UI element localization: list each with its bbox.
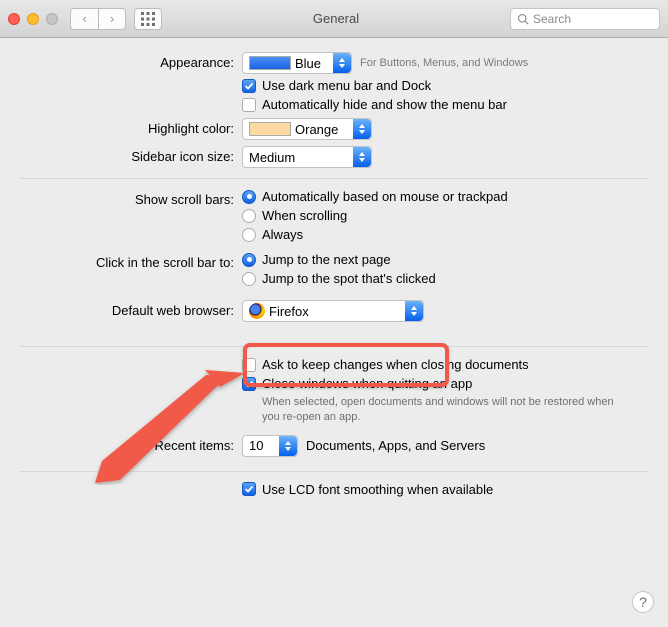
- orange-swatch-icon: [249, 122, 291, 136]
- spacer: [20, 357, 242, 360]
- ask-keep-changes-label: Ask to keep changes when closing documen…: [262, 357, 529, 372]
- close-window-button[interactable]: [8, 13, 20, 25]
- radio-selected-icon: [242, 253, 256, 267]
- scroll-when-radio[interactable]: When scrolling: [242, 208, 648, 223]
- back-button[interactable]: ‹: [70, 8, 98, 30]
- checkbox-checked-icon: [242, 79, 256, 93]
- titlebar: ‹ › General Search: [0, 0, 668, 38]
- firefox-icon: [249, 303, 265, 319]
- checkbox-checked-icon: [242, 377, 256, 391]
- checkbox-unchecked-icon: [242, 98, 256, 112]
- chevron-updown-icon: [353, 119, 371, 139]
- click-jump-next-label: Jump to the next page: [262, 252, 391, 267]
- click-jump-next-radio[interactable]: Jump to the next page: [242, 252, 648, 267]
- scroll-always-radio[interactable]: Always: [242, 227, 648, 242]
- lcd-smoothing-label: Use LCD font smoothing when available: [262, 482, 493, 497]
- sidebar-size-label: Sidebar icon size:: [20, 146, 242, 164]
- content: Appearance: Blue For Buttons, Menus, and…: [0, 38, 668, 517]
- recent-select[interactable]: 10: [242, 435, 298, 457]
- recent-label: Recent items:: [20, 435, 242, 453]
- appearance-label: Appearance:: [20, 52, 242, 70]
- window-title: General: [170, 11, 502, 26]
- zoom-window-button[interactable]: [46, 13, 58, 25]
- spacer: [20, 482, 242, 485]
- browser-label: Default web browser:: [20, 300, 242, 318]
- search-input[interactable]: Search: [510, 8, 660, 30]
- chevron-updown-icon: [333, 53, 351, 73]
- scrollbars-label: Show scroll bars:: [20, 189, 242, 207]
- chevron-updown-icon: [279, 436, 297, 456]
- browser-select[interactable]: Firefox: [242, 300, 424, 322]
- separator: [20, 471, 648, 472]
- blue-swatch-icon: [249, 56, 291, 70]
- click-jump-spot-radio[interactable]: Jump to the spot that's clicked: [242, 271, 648, 286]
- chevron-updown-icon: [353, 147, 371, 167]
- search-icon: [517, 13, 529, 25]
- sidebar-size-select[interactable]: Medium: [242, 146, 372, 168]
- ask-keep-changes-checkbox[interactable]: Ask to keep changes when closing documen…: [242, 357, 648, 372]
- clickscroll-label: Click in the scroll bar to:: [20, 252, 242, 270]
- dark-menubar-checkbox[interactable]: Use dark menu bar and Dock: [242, 78, 648, 93]
- recent-value: 10: [249, 438, 263, 453]
- dark-menubar-label: Use dark menu bar and Dock: [262, 78, 431, 93]
- appearance-select[interactable]: Blue: [242, 52, 352, 74]
- close-windows-checkbox[interactable]: Close windows when quitting an app: [242, 376, 648, 391]
- radio-unselected-icon: [242, 209, 256, 223]
- radio-selected-icon: [242, 190, 256, 204]
- scroll-always-label: Always: [262, 227, 303, 242]
- lcd-smoothing-checkbox[interactable]: Use LCD font smoothing when available: [242, 482, 648, 497]
- appearance-value: Blue: [295, 56, 321, 71]
- highlight-select[interactable]: Orange: [242, 118, 372, 140]
- scroll-auto-radio[interactable]: Automatically based on mouse or trackpad: [242, 189, 648, 204]
- recent-suffix: Documents, Apps, and Servers: [306, 438, 485, 453]
- close-windows-sublabel: When selected, open documents and window…: [262, 395, 622, 425]
- help-icon: ?: [639, 594, 647, 610]
- separator: [20, 178, 648, 179]
- autohide-menubar-checkbox[interactable]: Automatically hide and show the menu bar: [242, 97, 648, 112]
- click-jump-spot-label: Jump to the spot that's clicked: [262, 271, 436, 286]
- search-placeholder: Search: [533, 12, 571, 26]
- help-button[interactable]: ?: [632, 591, 654, 613]
- show-all-button[interactable]: [134, 8, 162, 30]
- sidebar-size-value: Medium: [249, 150, 295, 165]
- highlight-value: Orange: [295, 122, 338, 137]
- grid-icon: [141, 12, 155, 26]
- nav-buttons: ‹ ›: [70, 8, 126, 30]
- highlight-label: Highlight color:: [20, 118, 242, 136]
- separator: [20, 346, 648, 347]
- scroll-auto-label: Automatically based on mouse or trackpad: [262, 189, 508, 204]
- browser-value: Firefox: [269, 304, 309, 319]
- forward-button[interactable]: ›: [98, 8, 126, 30]
- appearance-hint: For Buttons, Menus, and Windows: [360, 57, 528, 69]
- minimize-window-button[interactable]: [27, 13, 39, 25]
- autohide-menubar-label: Automatically hide and show the menu bar: [262, 97, 507, 112]
- scroll-when-label: When scrolling: [262, 208, 347, 223]
- close-windows-label: Close windows when quitting an app: [262, 376, 472, 391]
- radio-unselected-icon: [242, 228, 256, 242]
- chevron-updown-icon: [405, 301, 423, 321]
- checkbox-unchecked-icon: [242, 358, 256, 372]
- checkbox-checked-icon: [242, 482, 256, 496]
- window-controls: [8, 13, 58, 25]
- radio-unselected-icon: [242, 272, 256, 286]
